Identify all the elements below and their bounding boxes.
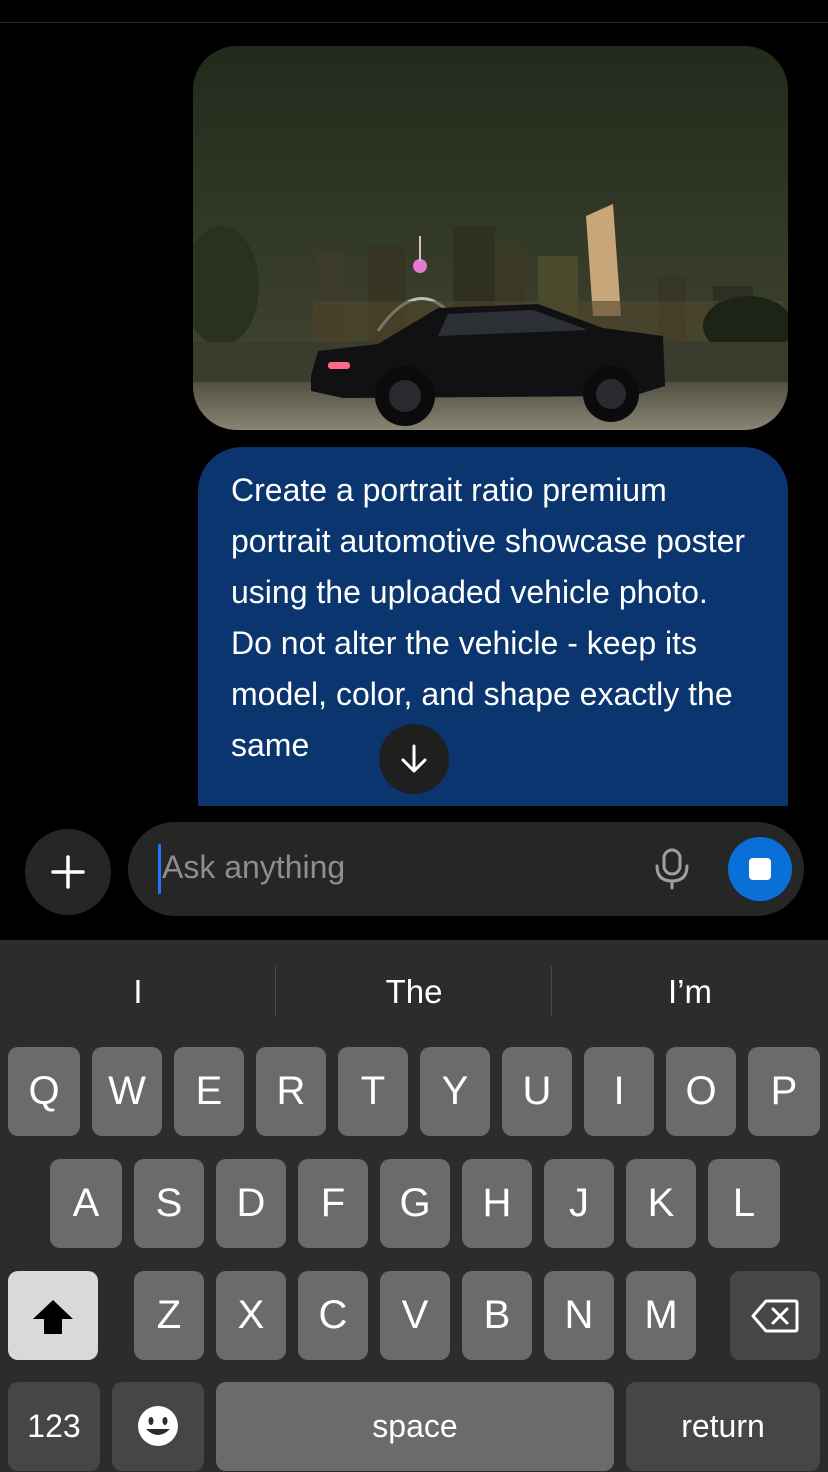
- key-q[interactable]: Q: [8, 1047, 80, 1136]
- key-h[interactable]: H: [462, 1159, 532, 1248]
- text-caret: [158, 844, 161, 894]
- key-w[interactable]: W: [92, 1047, 162, 1136]
- emoji-key[interactable]: [112, 1382, 204, 1471]
- message-input[interactable]: Ask anything: [162, 849, 345, 886]
- key-a[interactable]: A: [50, 1159, 122, 1248]
- message-text: Create a portrait ratio premium portrait…: [231, 472, 746, 763]
- key-p[interactable]: P: [748, 1047, 820, 1136]
- key-o[interactable]: O: [666, 1047, 736, 1136]
- key-t[interactable]: T: [338, 1047, 408, 1136]
- key-k[interactable]: K: [626, 1159, 696, 1248]
- key-c[interactable]: C: [298, 1271, 368, 1360]
- key-e[interactable]: E: [174, 1047, 244, 1136]
- key-j[interactable]: J: [544, 1159, 614, 1248]
- suggestion-1[interactable]: I: [0, 968, 276, 1016]
- key-d[interactable]: D: [216, 1159, 286, 1248]
- emoji-icon: [138, 1406, 178, 1446]
- attach-button[interactable]: [25, 829, 111, 915]
- top-divider: [0, 22, 828, 23]
- key-l[interactable]: L: [708, 1159, 780, 1248]
- shift-key[interactable]: [8, 1271, 98, 1360]
- key-f[interactable]: F: [298, 1159, 368, 1248]
- key-b[interactable]: B: [462, 1271, 532, 1360]
- key-y[interactable]: Y: [420, 1047, 490, 1136]
- key-r[interactable]: R: [256, 1047, 326, 1136]
- suggestion-2[interactable]: The: [276, 968, 552, 1016]
- plus-icon: [51, 855, 85, 889]
- return-key[interactable]: return: [626, 1382, 820, 1471]
- message-input-bar[interactable]: Ask anything: [128, 822, 804, 916]
- key-x[interactable]: X: [216, 1271, 286, 1360]
- microphone-icon[interactable]: [652, 848, 692, 890]
- shift-icon: [33, 1300, 73, 1334]
- key-i[interactable]: I: [584, 1047, 654, 1136]
- key-g[interactable]: G: [380, 1159, 450, 1248]
- stop-icon: [749, 858, 771, 880]
- key-n[interactable]: N: [544, 1271, 614, 1360]
- numbers-key[interactable]: 123: [8, 1382, 100, 1471]
- space-key[interactable]: space: [216, 1382, 614, 1471]
- backspace-key[interactable]: [730, 1271, 820, 1360]
- user-message-bubble: Create a portrait ratio premium portrait…: [198, 447, 788, 806]
- arrow-down-icon: [401, 744, 427, 773]
- key-s[interactable]: S: [134, 1159, 204, 1248]
- suggestion-3[interactable]: I’m: [552, 968, 828, 1016]
- key-u[interactable]: U: [502, 1047, 572, 1136]
- uploaded-car-photo[interactable]: [193, 46, 788, 430]
- scroll-to-bottom-button[interactable]: [379, 724, 449, 794]
- key-m[interactable]: M: [626, 1271, 696, 1360]
- key-v[interactable]: V: [380, 1271, 450, 1360]
- stop-button[interactable]: [728, 837, 792, 901]
- key-z[interactable]: Z: [134, 1271, 204, 1360]
- keyboard: I The I’m Q W E R T Y U I O P A S D F G …: [0, 940, 828, 1472]
- backspace-icon: [751, 1299, 799, 1333]
